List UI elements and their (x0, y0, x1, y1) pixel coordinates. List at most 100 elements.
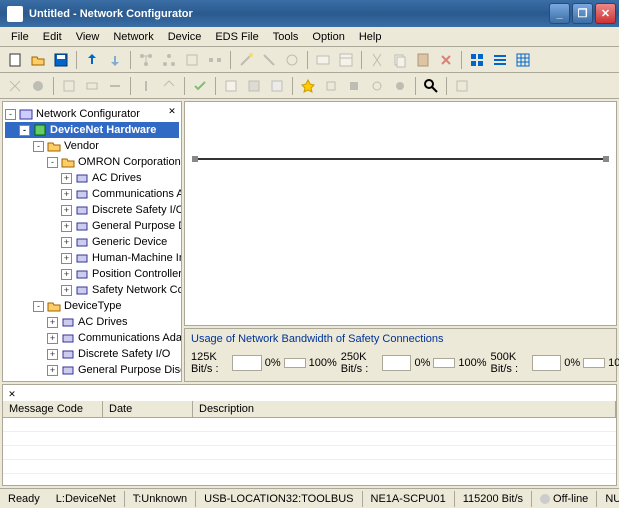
tool2-2[interactable] (27, 75, 49, 97)
props-icon-2[interactable] (335, 49, 357, 71)
table-row[interactable] (3, 446, 616, 460)
menu-option[interactable]: Option (305, 29, 351, 45)
menu-eds-file[interactable]: EDS File (208, 29, 265, 45)
tree-expander-icon[interactable]: + (61, 237, 72, 248)
tree-node[interactable]: +General Purpose Discrete I/O (5, 362, 179, 378)
tool2-9[interactable] (243, 75, 265, 97)
tree-expander-icon[interactable]: + (61, 173, 72, 184)
upload-button[interactable] (81, 49, 103, 71)
tree-expander-icon[interactable]: + (47, 333, 58, 344)
tree-expander-icon[interactable]: + (61, 189, 72, 200)
tool2-3[interactable] (58, 75, 80, 97)
tree-close-icon[interactable]: ✕ (165, 104, 179, 118)
tree-node[interactable]: +Position Controller (5, 266, 179, 282)
table-row[interactable] (3, 418, 616, 432)
search-icon[interactable] (420, 75, 442, 97)
props-icon-1[interactable] (312, 49, 334, 71)
bw-input[interactable] (232, 355, 261, 371)
tree-expander-icon[interactable]: - (33, 301, 44, 312)
paste-icon[interactable] (412, 49, 434, 71)
net-icon-1[interactable] (135, 49, 157, 71)
net-icon-3[interactable] (181, 49, 203, 71)
tree-node[interactable]: +AC Drives (5, 314, 179, 330)
view-3-button[interactable] (512, 49, 534, 71)
tree-node[interactable]: +General Purpose Discrete I/O (5, 218, 179, 234)
cut-icon[interactable] (366, 49, 388, 71)
tree-expander-icon[interactable]: + (61, 205, 72, 216)
tree-expander-icon[interactable]: + (61, 253, 72, 264)
tree-expander-icon[interactable]: - (5, 109, 16, 120)
tree-node[interactable]: +AC Drives (5, 170, 179, 186)
tree-node[interactable]: +Communications Adapter (5, 330, 179, 346)
tool2-14[interactable] (389, 75, 411, 97)
tool2-12[interactable] (343, 75, 365, 97)
msg-col-header[interactable]: Description (193, 401, 616, 417)
tool2-4[interactable] (81, 75, 103, 97)
wizard-icon-3[interactable] (281, 49, 303, 71)
tree-node[interactable]: -DeviceType (5, 298, 179, 314)
view-2-button[interactable] (489, 49, 511, 71)
view-1-button[interactable] (466, 49, 488, 71)
tool2-10[interactable] (266, 75, 288, 97)
bw-input[interactable] (382, 355, 411, 371)
tree-node[interactable]: -Vendor (5, 138, 179, 154)
tree-expander-icon[interactable]: - (47, 157, 58, 168)
net-icon-2[interactable] (158, 49, 180, 71)
tree-node[interactable]: -OMRON Corporation (5, 154, 179, 170)
new-button[interactable] (4, 49, 26, 71)
tree-node[interactable]: +Safety Network Controller (5, 282, 179, 298)
table-row[interactable] (3, 474, 616, 486)
wizard-icon-1[interactable] (235, 49, 257, 71)
wizard-icon-2[interactable] (258, 49, 280, 71)
tool2-1[interactable] (4, 75, 26, 97)
message-close-icon[interactable]: ✕ (5, 387, 19, 401)
tree-expander-icon[interactable]: + (47, 365, 58, 376)
menu-help[interactable]: Help (352, 29, 389, 45)
tree-node[interactable]: +Discrete Safety I/O (5, 202, 179, 218)
download-button[interactable] (104, 49, 126, 71)
table-row[interactable] (3, 460, 616, 474)
open-button[interactable] (27, 49, 49, 71)
minimize-button[interactable]: _ (549, 3, 570, 24)
network-canvas[interactable] (184, 101, 617, 326)
tree-node[interactable]: +Discrete Safety I/O (5, 346, 179, 362)
tree-node[interactable]: +Generic Device (5, 378, 179, 382)
delete-icon[interactable] (435, 49, 457, 71)
tool2-7[interactable] (158, 75, 180, 97)
tool2-11[interactable] (320, 75, 342, 97)
tree-expander-icon[interactable]: - (33, 141, 44, 152)
tree-node[interactable]: -Network Configurator (5, 106, 179, 122)
menu-view[interactable]: View (69, 29, 107, 45)
save-button[interactable] (50, 49, 72, 71)
close-button[interactable]: ✕ (595, 3, 616, 24)
tree-expander-icon[interactable]: + (61, 221, 72, 232)
tree-node[interactable]: +Communications Adapter (5, 186, 179, 202)
menu-file[interactable]: File (4, 29, 36, 45)
tree-node[interactable]: +Human-Machine Interface (5, 250, 179, 266)
menu-network[interactable]: Network (106, 29, 160, 45)
menu-tools[interactable]: Tools (266, 29, 306, 45)
tool2-spark1[interactable] (297, 75, 319, 97)
menu-edit[interactable]: Edit (36, 29, 69, 45)
tool2-6[interactable] (135, 75, 157, 97)
tree-expander-icon[interactable]: + (61, 285, 72, 296)
tree-node[interactable]: -DeviceNet Hardware (5, 122, 179, 138)
msg-col-header[interactable]: Date (103, 401, 193, 417)
tree-expander-icon[interactable]: + (61, 269, 72, 280)
tree-expander-icon[interactable]: + (47, 349, 58, 360)
tool2-15[interactable] (451, 75, 473, 97)
tree-expander-icon[interactable]: - (19, 125, 30, 136)
copy-icon[interactable] (389, 49, 411, 71)
maximize-button[interactable]: ❐ (572, 3, 593, 24)
tool2-check[interactable] (189, 75, 211, 97)
table-row[interactable] (3, 432, 616, 446)
menu-device[interactable]: Device (161, 29, 209, 45)
msg-col-header[interactable]: Message Code (3, 401, 103, 417)
tool2-13[interactable] (366, 75, 388, 97)
bw-input[interactable] (532, 355, 561, 371)
tree-node[interactable]: +Generic Device (5, 234, 179, 250)
tree-expander-icon[interactable]: + (47, 381, 58, 383)
tree-expander-icon[interactable]: + (47, 317, 58, 328)
tool2-8[interactable] (220, 75, 242, 97)
tool2-5[interactable] (104, 75, 126, 97)
